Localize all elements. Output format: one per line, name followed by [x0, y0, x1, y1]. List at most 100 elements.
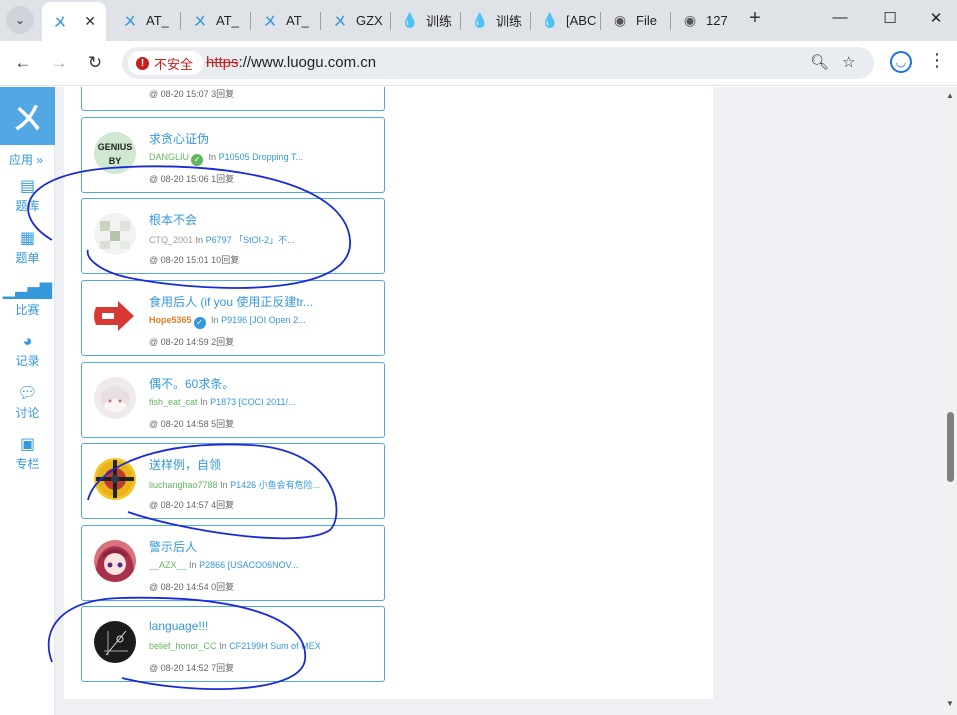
tab-search-button[interactable]: ⌄	[6, 6, 34, 34]
post-problem-link[interactable]: P6797 「StOI-2」不...	[206, 235, 295, 245]
post-card[interactable]: 食用后人 (if you 使用正反建tr... Hope5365 ✓ In P91…	[81, 280, 385, 356]
newspaper-icon: ▣	[19, 436, 36, 453]
new-tab-button[interactable]: +	[744, 8, 766, 30]
anime-avatar-image	[100, 386, 130, 412]
tab-file[interactable]: ◉ File	[602, 4, 668, 37]
post-card[interactable]: 送样例，自领 liuchanghao7788 In P1426 小鱼会有危险..…	[81, 443, 385, 519]
post-author[interactable]: Hope5365	[149, 315, 192, 325]
post-card[interactable]: 警示后人 __AZX__ In P2866 [USACO06NOV... @ 0…	[81, 525, 385, 601]
post-time: @ 08-20 15:06 1回复	[149, 174, 235, 184]
sidebar-item-records[interactable]: ◕ 记录	[0, 332, 55, 369]
forward-button[interactable]: →	[48, 52, 70, 74]
post-problem-link[interactable]: P1873 [COCI 2011/...	[210, 397, 295, 407]
tab-127[interactable]: ◉ 127	[672, 4, 738, 37]
post-card-partial[interactable]: @ 08-20 15:07 3回复	[81, 87, 385, 111]
tab-train-1[interactable]: 💧 训练	[392, 4, 458, 37]
post-author[interactable]: belief_honor_CC	[149, 641, 217, 651]
security-chip[interactable]: ! 不安全	[128, 51, 204, 75]
close-icon[interactable]: ✕	[84, 13, 96, 30]
post-problem-link[interactable]: P2866 [USACO06NOV...	[199, 560, 298, 570]
post-author[interactable]: __AZX__	[149, 560, 187, 570]
sketch-avatar-image	[104, 630, 128, 656]
post-title[interactable]: 警示后人	[149, 538, 381, 555]
post-meta: belief_honor_CC In CF2199H Sum of MEX	[149, 641, 321, 651]
tab-luogu-active[interactable]: ㄨ ✕	[42, 2, 106, 41]
scroll-up-icon[interactable]: ▲	[946, 91, 954, 100]
verified-check-icon: ✓	[191, 154, 204, 166]
post-card[interactable]: language!!! belief_honor_CC In CF2199H S…	[81, 606, 385, 682]
avatar[interactable]	[94, 540, 136, 582]
close-window-button[interactable]: ✕	[926, 9, 946, 27]
post-time: @ 08-20 14:59 2回复	[149, 337, 235, 347]
post-author[interactable]: fish_eat_cat	[149, 397, 198, 407]
anime-avatar-image	[95, 546, 135, 582]
post-time: @ 08-20 14:54 0回复	[149, 582, 235, 592]
post-meta: Hope5365 ✓ In P9196 [JOI Open 2...	[149, 315, 306, 329]
page-scrollbar[interactable]: ▲ ▼	[944, 87, 957, 715]
post-problem-link[interactable]: P10505 Dropping T...	[219, 152, 303, 162]
sidebar-item-discuss[interactable]: 💬︎ 讨论	[0, 384, 55, 421]
globe-icon: ◉	[683, 12, 697, 28]
minimize-icon: —	[832, 9, 848, 26]
drop-icon: 💧	[541, 12, 559, 28]
tab-train-2[interactable]: 💧 训练	[462, 4, 528, 37]
post-title[interactable]: 食用后人 (if you 使用正反建tr...	[149, 293, 381, 310]
back-button[interactable]: ←	[12, 52, 34, 74]
security-label: 不安全	[154, 56, 194, 72]
page-viewport: ㄨ 应用 » ▤ 题库 ▦ 题单 ▁▃▅▇ 比赛 ◕ 记录 💬︎ 讨论 ▣ 专栏…	[0, 87, 957, 715]
tab-abc[interactable]: 💧 [ABC	[532, 4, 598, 37]
tab-at-3[interactable]: ㄨ AT_	[252, 4, 318, 37]
post-title[interactable]: 求贪心证伪	[149, 130, 381, 147]
minimize-button[interactable]: —	[830, 9, 850, 26]
sidebar-item-blog[interactable]: ▣ 专栏	[0, 435, 55, 472]
scroll-down-icon[interactable]: ▼	[946, 699, 954, 708]
scrollbar-thumb[interactable]	[947, 412, 954, 482]
sidebar-item-contests[interactable]: ▁▃▅▇ 比赛	[0, 281, 55, 318]
post-author[interactable]: CTQ_2001	[149, 235, 193, 245]
luogu-icon: ㄨ	[193, 14, 206, 28]
post-author[interactable]: DANGLIU	[149, 152, 189, 162]
chat-icon: 💬︎	[17, 385, 38, 402]
reload-button[interactable]: ↻	[84, 52, 106, 74]
tab-at-1[interactable]: ㄨ AT_	[112, 4, 178, 37]
apps-toggle[interactable]: 应用 »	[9, 151, 43, 168]
luogu-logo[interactable]: ㄨ	[0, 87, 55, 145]
tab-at-2[interactable]: ㄨ AT_	[182, 4, 248, 37]
maximize-icon: ☐	[883, 10, 897, 27]
avatar[interactable]	[94, 458, 136, 500]
avatar[interactable]	[94, 213, 136, 255]
tab-separator	[180, 12, 181, 30]
post-problem-link[interactable]: CF2199H Sum of MEX	[229, 641, 321, 651]
bar-chart-icon: ▁▃▅▇	[2, 282, 53, 299]
avatar[interactable]	[94, 295, 136, 337]
bookmark-star-icon[interactable]: ☆	[842, 53, 855, 71]
avatar[interactable]	[94, 621, 136, 663]
post-title[interactable]: 送样例，自领	[149, 456, 381, 473]
tab-separator	[320, 12, 321, 30]
post-card[interactable]: GENIUS BY 求贪心证伪 DANGLIU ✓ In P10505 Dropp…	[81, 117, 385, 193]
sidebar-item-problems[interactable]: ▤ 题库	[0, 177, 55, 214]
zoom-icon[interactable]: 🔍︎	[810, 53, 829, 71]
post-title[interactable]: 根本不会	[149, 211, 381, 228]
warning-icon: !	[136, 56, 149, 70]
arrow-left-icon: ←	[14, 53, 32, 72]
tab-gzx[interactable]: ㄨ GZX	[322, 4, 388, 37]
address-bar[interactable]: ! 不安全 https://www.luogu.com.cn 🔍︎ ☆	[122, 47, 874, 79]
post-author[interactable]: liuchanghao7788	[149, 480, 218, 490]
tab-separator	[670, 12, 671, 30]
post-title[interactable]: language!!!	[149, 619, 381, 633]
browser-menu-button[interactable]: ⋮	[928, 50, 946, 71]
profile-avatar[interactable]: ◡	[890, 51, 912, 73]
post-problem-link[interactable]: P1426 小鱼会有危险...	[230, 480, 320, 490]
sidebar-item-lists[interactable]: ▦ 题单	[0, 229, 55, 266]
post-problem-link[interactable]: P9196 [JOI Open 2...	[221, 315, 306, 325]
post-title[interactable]: 偶不。60求条。	[149, 375, 381, 392]
avatar[interactable]	[94, 377, 136, 419]
maximize-button[interactable]: ☐	[880, 9, 900, 27]
post-card[interactable]: 根本不会 CTQ_2001 In P6797 「StOI-2」不... @ 08…	[81, 198, 385, 274]
post-meta: CTQ_2001 In P6797 「StOI-2」不...	[149, 235, 295, 245]
reload-icon: ↻	[87, 53, 103, 72]
url-text[interactable]: https://www.luogu.com.cn	[206, 54, 376, 71]
avatar[interactable]: GENIUS BY	[94, 132, 136, 174]
post-card[interactable]: 偶不。60求条。 fish_eat_cat In P1873 [COCI 201…	[81, 362, 385, 438]
